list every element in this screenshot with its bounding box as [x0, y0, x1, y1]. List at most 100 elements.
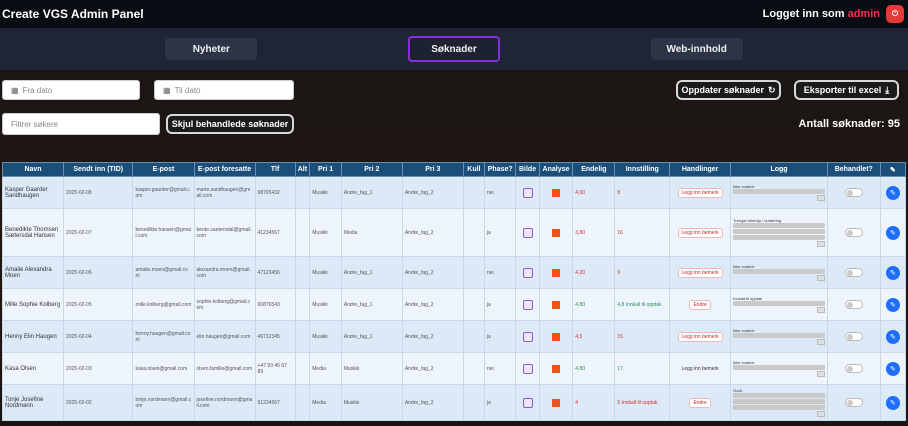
kull	[462, 352, 485, 385]
handled-cell	[826, 288, 881, 321]
action-button[interactable]: Legg inn bemerk	[677, 227, 723, 238]
log-cell: Ikke vurdert	[730, 256, 828, 289]
applicant-name: Amalie Alexandra Moen	[1, 256, 65, 289]
log-expand-icon[interactable]	[816, 411, 825, 417]
edit-icon[interactable]: ✎	[885, 185, 900, 200]
edit-icon[interactable]: ✎	[885, 329, 900, 344]
actions-cell: Legg inn bemerk	[669, 352, 732, 385]
column-header: Bilde	[515, 162, 540, 177]
column-header: Alt	[294, 162, 311, 177]
action-button[interactable]: Legg inn bemerk	[677, 187, 723, 198]
analysis-button[interactable]	[551, 333, 560, 341]
tab-soknader[interactable]: Søknader	[407, 36, 500, 62]
log-expand-icon[interactable]	[816, 371, 825, 377]
table-row: Henny Elin Haugen 2025-02-04 henny.haugen@…	[1, 320, 907, 353]
log-expand-icon[interactable]	[816, 275, 825, 281]
column-header: Pri 2	[340, 162, 403, 177]
picture-checkbox[interactable]	[522, 267, 533, 278]
edit-icon[interactable]: ✎	[885, 265, 900, 280]
analysis-button[interactable]	[551, 365, 560, 373]
handled-cell	[826, 256, 881, 289]
log-cell: Trenger intervju / vurdering	[730, 208, 828, 257]
applicant-name: Mille Sophie Kolberg	[1, 288, 65, 321]
handled-toggle[interactable]	[844, 398, 863, 407]
edit-icon[interactable]: ✎	[885, 297, 900, 312]
handled-toggle[interactable]	[844, 364, 863, 373]
log-line	[733, 223, 825, 228]
action-button[interactable]: Legg inn bemerk	[677, 267, 723, 278]
recommendation: 4,8 Innkall til opptak	[614, 288, 671, 321]
parent-email: olsen.familie@gmail.com	[193, 352, 256, 385]
handled-toggle[interactable]	[844, 268, 863, 277]
action-button[interactable]: Endre	[689, 397, 711, 408]
analysis-button[interactable]	[551, 399, 560, 407]
log-line	[733, 301, 825, 306]
picture-checkbox[interactable]	[522, 363, 533, 374]
analysis-button[interactable]	[551, 301, 560, 309]
edit-icon[interactable]: ✎	[885, 225, 900, 240]
phone: 47123456	[254, 256, 296, 289]
handled-toggle[interactable]	[844, 332, 863, 341]
picture-checkbox[interactable]	[522, 227, 533, 238]
picture-checkbox[interactable]	[522, 331, 533, 342]
picture-cell	[515, 208, 540, 257]
email: amalie.moen@gmail.com	[132, 256, 195, 289]
tab-web-innhold[interactable]: Web-innhold	[650, 38, 743, 60]
edit-icon[interactable]: ✎	[885, 361, 900, 376]
final-grade: 4	[572, 384, 616, 421]
table-row: Tonje Josefine Nordmann 2025-02-02 tonje.n…	[1, 384, 907, 421]
analysis-button[interactable]	[551, 269, 560, 277]
edit-cell: ✎	[879, 384, 907, 421]
analysis-cell	[538, 176, 574, 209]
picture-cell	[515, 384, 540, 421]
submitted-date: 2025-02-08	[63, 176, 134, 209]
column-header: Handlinger	[669, 162, 732, 177]
log-expand-icon[interactable]	[816, 195, 825, 201]
log-expand-icon[interactable]	[816, 241, 825, 247]
phone: 90876543	[254, 288, 296, 321]
search-input[interactable]: Filtrer søkere	[2, 113, 160, 135]
action-button[interactable]: Endre	[689, 299, 711, 310]
tab-nyheter[interactable]: Nyheter	[165, 38, 258, 60]
log-cell: Ikke vurdert	[730, 352, 828, 385]
to-date-input[interactable]: ▦ Til dato	[154, 80, 294, 100]
edit-icon[interactable]: ✎	[885, 395, 900, 410]
logout-button[interactable]: ⏻	[886, 5, 904, 23]
actions-cell: Endre	[669, 288, 732, 321]
column-header: Logg	[730, 162, 828, 177]
picture-checkbox[interactable]	[522, 187, 533, 198]
update-button[interactable]: Oppdater søknader ↻	[676, 80, 781, 100]
action-button[interactable]: Legg inn bemerk	[677, 331, 723, 342]
login-user: admin	[847, 8, 880, 20]
applicant-name: Henny Elin Haugen	[1, 320, 65, 353]
email: mille.kolberg@gmail.com	[132, 288, 195, 321]
log-line	[733, 393, 825, 398]
kull	[462, 384, 485, 421]
handled-cell	[826, 208, 881, 257]
picture-checkbox[interactable]	[522, 299, 533, 310]
log-line	[733, 405, 825, 410]
action-button[interactable]: Legg inn bemerk	[682, 366, 719, 372]
picture-checkbox[interactable]	[522, 397, 533, 408]
email: benedikte.hansen@gmail.com	[132, 208, 195, 257]
picture-cell	[515, 256, 540, 289]
priority-1: Media	[309, 384, 342, 421]
handled-toggle[interactable]	[844, 300, 863, 309]
applications-table: Navn Sendt inn (TID) E-post E-post foresatt…	[1, 162, 907, 421]
export-button[interactable]: Eksporter til excel ⤓	[794, 80, 899, 100]
log-expand-icon[interactable]	[816, 339, 825, 345]
alt	[294, 352, 311, 385]
final-grade: 4,80	[572, 352, 616, 385]
calendar-icon: ▦	[11, 85, 19, 95]
phase: nei	[483, 352, 517, 385]
handled-toggle[interactable]	[844, 188, 863, 197]
handled-toggle[interactable]	[844, 228, 863, 237]
app-title: Create VGS Admin Panel	[2, 7, 144, 21]
analysis-button[interactable]	[551, 189, 560, 197]
analysis-button[interactable]	[551, 229, 560, 237]
hide-handled-button[interactable]: Skjul behandlede søknader	[166, 114, 294, 134]
log-expand-icon[interactable]	[816, 307, 825, 313]
edit-cell: ✎	[879, 352, 907, 385]
from-date-input[interactable]: ▦ Fra dato	[2, 80, 140, 100]
handled-cell	[826, 384, 881, 421]
